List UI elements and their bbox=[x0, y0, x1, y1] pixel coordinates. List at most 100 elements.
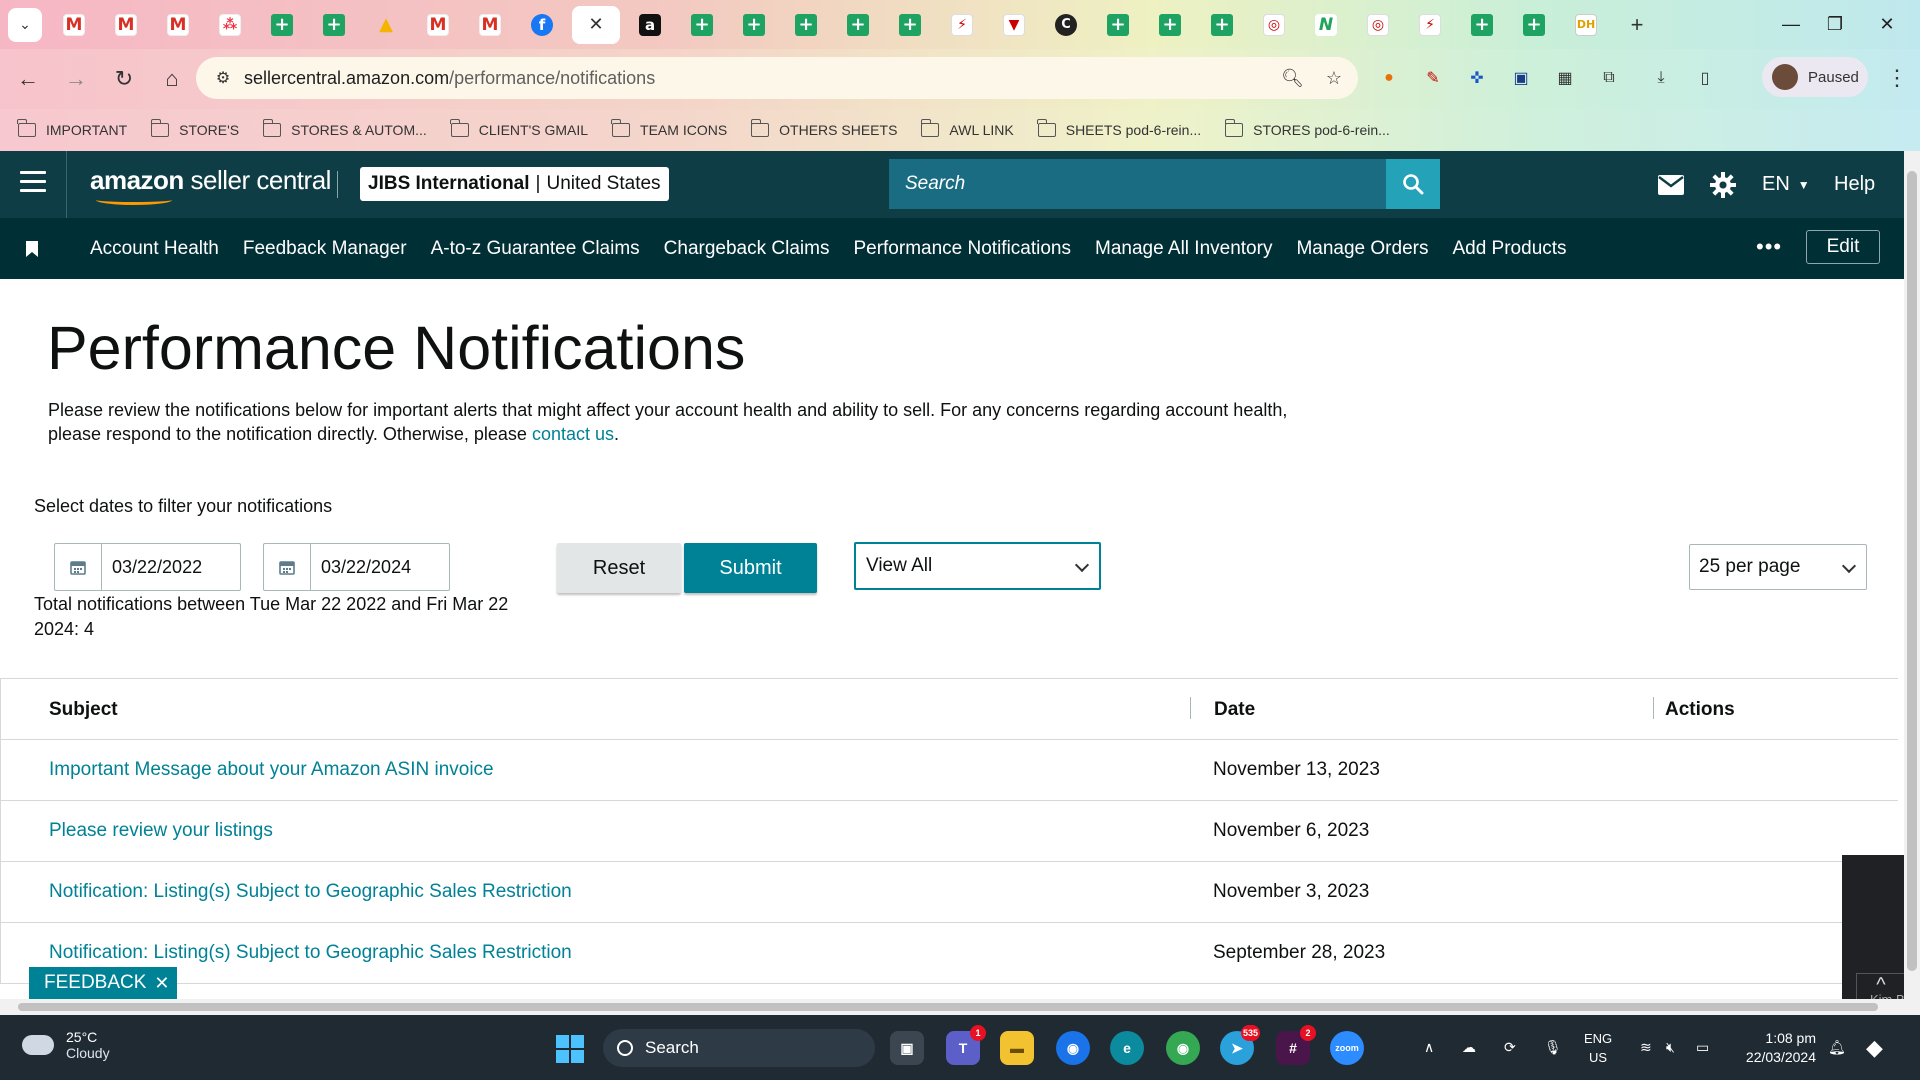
notification-bell-icon[interactable]: 🔔︎ bbox=[1828, 1015, 1846, 1080]
zoom-app-icon[interactable]: zoom bbox=[1330, 1031, 1364, 1065]
restore-icon[interactable]: ❐ bbox=[1810, 0, 1860, 49]
telegram-icon[interactable]: ➤ 535 bbox=[1220, 1025, 1260, 1065]
wifi-icon[interactable]: ≋ bbox=[1640, 1015, 1652, 1080]
task-view-icon[interactable]: ▣ bbox=[890, 1031, 924, 1065]
browser-tab[interactable]: C bbox=[1044, 6, 1088, 44]
nav-link[interactable]: Add Products bbox=[1452, 238, 1566, 260]
bookmark-folder[interactable]: STORE'S bbox=[150, 119, 239, 138]
address-bar[interactable]: ⚙ sellercentral.amazon.com/performance/n… bbox=[196, 57, 1358, 99]
nav-link[interactable]: Performance Notifications bbox=[853, 238, 1071, 260]
nav-link[interactable]: Feedback Manager bbox=[243, 238, 407, 260]
reload-icon[interactable]: ↻ bbox=[104, 59, 144, 99]
extension-navy-icon[interactable]: ▣ bbox=[1508, 65, 1534, 91]
browser-tab[interactable]: + bbox=[732, 6, 776, 44]
slack-icon[interactable]: #2 bbox=[1276, 1025, 1316, 1065]
edge-icon[interactable]: e bbox=[1110, 1031, 1144, 1065]
back-arrow-icon[interactable]: ← bbox=[8, 59, 48, 99]
browser-tab[interactable]: f bbox=[520, 6, 564, 44]
browser-tab[interactable]: + bbox=[680, 6, 724, 44]
browser-menu-icon[interactable]: ⋮ bbox=[1880, 57, 1914, 99]
help-link[interactable]: Help bbox=[1834, 151, 1875, 218]
site-info-icon[interactable]: ⚙ bbox=[206, 68, 240, 88]
chrome-icon[interactable]: ◉ bbox=[1056, 1031, 1090, 1065]
browser-tab[interactable]: ⚡ bbox=[940, 6, 984, 44]
tray-overflow-icon[interactable]: ∧ bbox=[1424, 1015, 1434, 1080]
extension-red-icon[interactable]: ✎ bbox=[1420, 65, 1446, 91]
bookmark-folder[interactable]: IMPORTANT bbox=[17, 119, 127, 138]
browser-tab[interactable]: + bbox=[836, 6, 880, 44]
extension-orange-icon[interactable]: ● bbox=[1376, 65, 1402, 91]
browser-tab[interactable]: ⁂ bbox=[208, 6, 252, 44]
forward-arrow-icon[interactable]: → bbox=[56, 59, 96, 99]
side-panel-icon[interactable]: ▯ bbox=[1692, 65, 1718, 91]
browser-tab[interactable]: + bbox=[1200, 6, 1244, 44]
nav-link[interactable]: Account Health bbox=[90, 238, 219, 260]
vertical-scrollbar[interactable] bbox=[1904, 151, 1920, 1015]
bookmark-folder[interactable]: TEAM ICONS bbox=[611, 119, 727, 138]
notification-subject-link[interactable]: Notification: Listing(s) Subject to Geog… bbox=[49, 942, 572, 964]
browser-tab[interactable]: ✕ bbox=[572, 5, 620, 44]
submit-button[interactable]: Submit bbox=[684, 543, 817, 593]
system-clock[interactable]: 1:08 pm 22/03/2024 bbox=[1736, 1029, 1816, 1067]
browser-tab[interactable]: + bbox=[888, 6, 932, 44]
bookmark-star-icon[interactable]: ☆ bbox=[1326, 68, 1342, 89]
end-date-input[interactable] bbox=[311, 544, 441, 590]
browser-tab[interactable]: + bbox=[784, 6, 828, 44]
browser-tab[interactable]: DH bbox=[1564, 6, 1608, 44]
browser-tab[interactable]: + bbox=[1460, 6, 1504, 44]
bookmark-folder[interactable]: OTHERS SHEETS bbox=[750, 119, 897, 138]
browser-tab[interactable]: M bbox=[104, 6, 148, 44]
browser-tab[interactable]: + bbox=[1096, 6, 1140, 44]
nav-link[interactable]: Manage All Inventory bbox=[1095, 238, 1272, 260]
contact-us-link[interactable]: contact us bbox=[532, 424, 614, 444]
language-selector[interactable]: EN ▼ bbox=[1762, 151, 1810, 218]
notification-type-select[interactable]: View All bbox=[854, 542, 1101, 590]
notification-subject-link[interactable]: Notification: Listing(s) Subject to Geog… bbox=[49, 881, 572, 903]
bookmark-folder[interactable]: SHEETS pod-6-rein... bbox=[1037, 119, 1201, 138]
start-date-input[interactable] bbox=[102, 544, 232, 590]
browser-tab[interactable]: + bbox=[1512, 6, 1556, 44]
browser-tab[interactable]: M bbox=[468, 6, 512, 44]
window-close-icon[interactable]: ✕ bbox=[1862, 0, 1912, 49]
file-explorer-icon[interactable]: ▬ bbox=[1000, 1031, 1034, 1065]
zoom-icon[interactable]: 🔍︎ bbox=[1281, 68, 1304, 89]
minimize-icon[interactable]: — bbox=[1766, 0, 1816, 49]
browser-tab[interactable]: ▼ bbox=[992, 6, 1036, 44]
more-menu-icon[interactable]: ••• bbox=[1756, 234, 1782, 260]
mail-icon[interactable] bbox=[1658, 151, 1684, 218]
onedrive-cloud-icon[interactable]: ☁ bbox=[1462, 1015, 1476, 1080]
windows-start-icon[interactable] bbox=[556, 1035, 584, 1063]
close-icon[interactable]: ✕ bbox=[588, 14, 603, 35]
reset-button[interactable]: Reset bbox=[557, 543, 681, 593]
url-text[interactable]: sellercentral.amazon.com/performance/not… bbox=[244, 68, 655, 89]
account-switcher[interactable]: JIBS International | United States bbox=[360, 167, 669, 201]
home-icon[interactable]: ⌂ bbox=[152, 59, 192, 99]
browser-tab[interactable]: ⚡ bbox=[1408, 6, 1452, 44]
chrome-profile-icon[interactable]: ◉ bbox=[1166, 1031, 1200, 1065]
search-button[interactable] bbox=[1386, 159, 1440, 209]
extension-blue-icon[interactable]: ✜ bbox=[1464, 65, 1490, 91]
nav-link[interactable]: Manage Orders bbox=[1296, 238, 1428, 260]
puzzle-extensions-icon[interactable]: ⧉ bbox=[1596, 65, 1622, 91]
column-header-date[interactable]: Date bbox=[1214, 699, 1255, 721]
browser-tab[interactable]: ◎ bbox=[1252, 6, 1296, 44]
edit-nav-button[interactable]: Edit bbox=[1806, 230, 1880, 264]
per-page-select[interactable]: 25 per page bbox=[1689, 544, 1867, 590]
nav-link[interactable]: Chargeback Claims bbox=[664, 238, 830, 260]
browser-tab[interactable]: ▲ bbox=[364, 6, 408, 44]
language-indicator[interactable]: ENG US bbox=[1584, 1029, 1612, 1067]
browser-tab[interactable]: + bbox=[1148, 6, 1192, 44]
weather-widget[interactable]: 25°C Cloudy bbox=[22, 1029, 110, 1061]
hamburger-menu-icon[interactable] bbox=[20, 171, 46, 197]
new-tab-button[interactable]: + bbox=[1620, 8, 1654, 42]
feedback-button[interactable]: FEEDBACK ✕ bbox=[29, 967, 177, 999]
close-icon[interactable]: ✕ bbox=[154, 973, 169, 994]
browser-tab[interactable]: + bbox=[260, 6, 304, 44]
settings-gear-icon[interactable] bbox=[1710, 151, 1736, 218]
qr-extension-icon[interactable]: ▦ bbox=[1552, 65, 1578, 91]
browser-tab[interactable]: ◎ bbox=[1356, 6, 1400, 44]
download-icon[interactable]: ⤓ bbox=[1648, 65, 1674, 91]
bookmark-folder[interactable]: CLIENT'S GMAIL bbox=[450, 119, 588, 138]
profile-button[interactable]: Paused bbox=[1762, 57, 1868, 97]
notification-subject-link[interactable]: Important Message about your Amazon ASIN… bbox=[49, 759, 494, 781]
